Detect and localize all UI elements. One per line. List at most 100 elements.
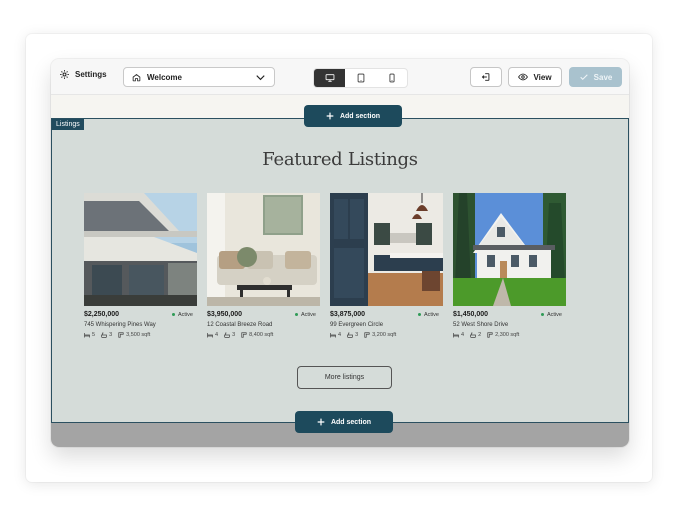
status-badge: Active: [541, 312, 562, 318]
beds-count: 4: [461, 332, 465, 338]
home-icon: [132, 73, 141, 81]
section-tag: Listings: [52, 119, 84, 130]
listing-address: 99 Evergreen Circle: [330, 322, 384, 328]
listing-card[interactable]: $2,250,000 Active 745 Whispering Pines W…: [84, 193, 197, 338]
beds-spec: 4: [330, 332, 341, 338]
baths-spec: 3: [224, 332, 235, 338]
listing-price: $3,950,000: [207, 311, 243, 318]
add-section-label: Add section: [330, 418, 372, 426]
area-value: 8,400 sqft: [249, 332, 274, 338]
add-section-button-bottom[interactable]: Add section: [295, 411, 393, 433]
area-spec: 2,300 sqft: [487, 332, 519, 338]
area-value: 3,200 sqft: [372, 332, 397, 338]
listing-price: $3,875,000: [330, 311, 366, 318]
settings-button[interactable]: Settings: [59, 69, 107, 80]
listing-photo-modern-house[interactable]: [84, 193, 197, 306]
bed-icon: [453, 333, 459, 338]
bath-icon: [347, 332, 353, 338]
bed-icon: [207, 333, 213, 338]
baths-spec: 3: [347, 332, 358, 338]
baths-count: 3: [232, 332, 236, 338]
status-dot: [418, 313, 422, 316]
listing-card[interactable]: $3,875,000 Active 99 Evergreen Circle 4 …: [330, 193, 443, 338]
status-badge: Active: [418, 312, 439, 318]
device-desktop-button[interactable]: [314, 69, 345, 87]
listing-cards: $2,250,000 Active 745 Whispering Pines W…: [84, 193, 566, 338]
beds-spec: 4: [207, 332, 218, 338]
section-title: Featured Listings: [262, 149, 418, 170]
listing-specs: 4 3 8,400 sqft: [207, 332, 320, 338]
baths-spec: 3: [101, 332, 112, 338]
area-spec: 8,400 sqft: [241, 332, 273, 338]
beds-count: 4: [338, 332, 342, 338]
area-value: 2,300 sqft: [495, 332, 520, 338]
area-value: 3,500 sqft: [126, 332, 151, 338]
listing-photo-kitchen[interactable]: [330, 193, 443, 306]
status-text: Active: [301, 311, 316, 318]
listing-card[interactable]: $1,450,000 Active 52 West Shore Drive 4 …: [453, 193, 566, 338]
status-dot: [541, 313, 545, 316]
toolbar: Settings Welcome View Save: [51, 59, 629, 95]
bed-icon: [84, 333, 90, 338]
status-text: Active: [178, 311, 193, 318]
beds-spec: 5: [84, 332, 95, 338]
page-select[interactable]: Welcome: [123, 67, 275, 87]
add-section-label: Add section: [339, 112, 381, 120]
baths-spec: 2: [470, 332, 481, 338]
status-dot: [172, 313, 176, 316]
bath-icon: [224, 332, 230, 338]
check-icon: [579, 74, 588, 81]
add-section-button-top[interactable]: Add section: [304, 105, 402, 127]
device-switcher: [313, 68, 408, 88]
page-select-value: Welcome: [147, 72, 182, 82]
gear-icon: [60, 70, 69, 79]
device-tablet-button[interactable]: [345, 69, 376, 87]
exit-button[interactable]: [470, 67, 502, 87]
bath-icon: [101, 332, 107, 338]
editor-window: Settings Welcome View Save Listings Feat…: [51, 59, 629, 447]
bath-icon: [470, 332, 476, 338]
listing-card[interactable]: $3,950,000 Active 12 Coastal Breeze Road…: [207, 193, 320, 338]
listings-section[interactable]: Listings Featured Listings $2,250,000 Ac…: [51, 118, 629, 423]
listing-specs: 4 3 3,200 sqft: [330, 332, 443, 338]
listing-photo-farmhouse[interactable]: [453, 193, 566, 306]
listing-photo-living-room[interactable]: [207, 193, 320, 306]
baths-count: 2: [478, 332, 482, 338]
area-icon: [487, 332, 493, 338]
view-label: View: [533, 72, 552, 82]
status-text: Active: [547, 311, 562, 318]
save-button[interactable]: Save: [569, 67, 622, 87]
plus-icon: [317, 418, 325, 426]
baths-count: 3: [109, 332, 113, 338]
desktop-icon: [325, 74, 334, 82]
area-icon: [364, 332, 370, 338]
listing-address: 12 Coastal Breeze Road: [207, 322, 273, 328]
more-listings-button[interactable]: More listings: [297, 366, 392, 389]
area-icon: [241, 332, 247, 338]
listing-address: 52 West Shore Drive: [453, 322, 509, 328]
beds-count: 4: [215, 332, 219, 338]
listing-specs: 4 2 2,300 sqft: [453, 332, 566, 338]
exit-icon: [481, 73, 490, 81]
eye-icon: [518, 73, 529, 81]
status-text: Active: [424, 311, 439, 318]
area-icon: [118, 332, 124, 338]
view-button[interactable]: View: [508, 67, 562, 87]
listing-address: 745 Whispering Pines Way: [84, 322, 156, 328]
area-spec: 3,500 sqft: [118, 332, 150, 338]
plus-icon: [326, 112, 334, 120]
listing-price: $1,450,000: [453, 311, 489, 318]
status-dot: [295, 313, 299, 316]
device-mobile-button[interactable]: [376, 69, 407, 87]
status-badge: Active: [295, 312, 316, 318]
settings-label: Settings: [75, 70, 107, 79]
area-spec: 3,200 sqft: [364, 332, 396, 338]
baths-count: 3: [355, 332, 359, 338]
mobile-icon: [389, 73, 394, 83]
listing-price: $2,250,000: [84, 311, 120, 318]
beds-count: 5: [92, 332, 96, 338]
save-label: Save: [593, 72, 613, 82]
tablet-icon: [357, 73, 364, 83]
bed-icon: [330, 333, 336, 338]
status-badge: Active: [172, 312, 193, 318]
